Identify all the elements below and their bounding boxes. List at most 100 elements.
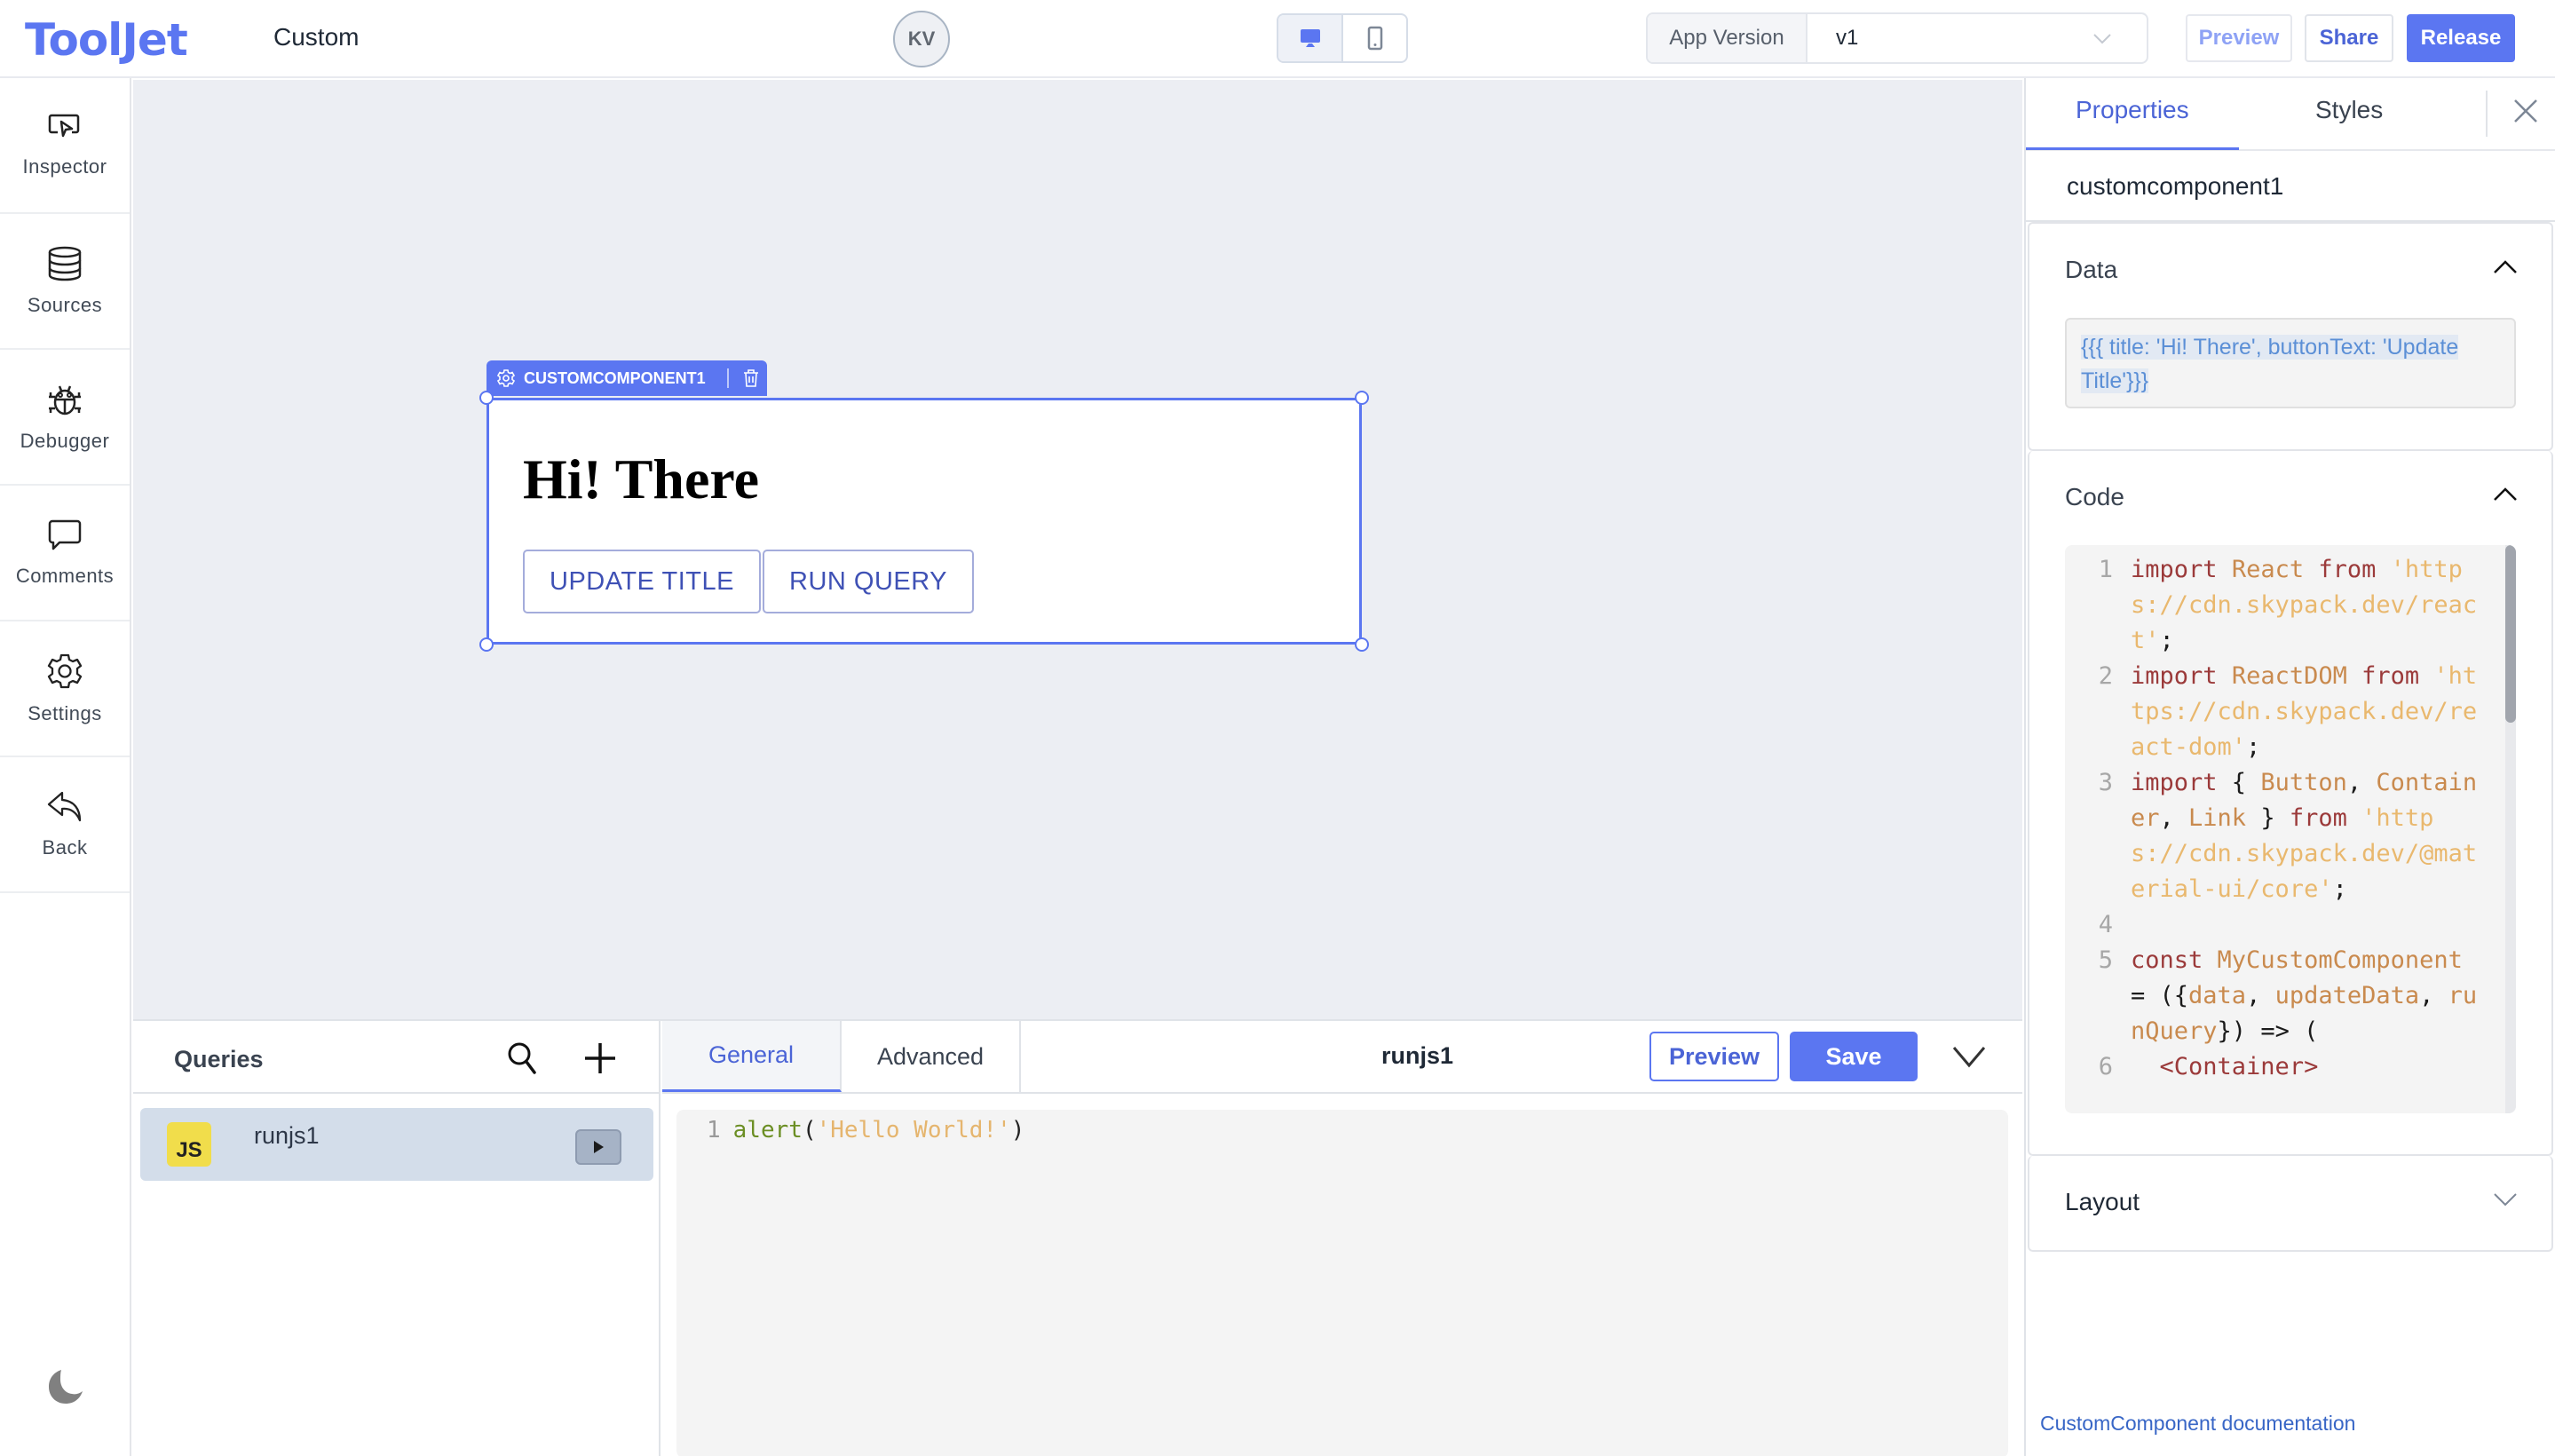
accordion-layout: Layout — [2028, 1156, 2553, 1252]
tab-styles[interactable]: Styles — [2315, 96, 2383, 124]
code-line: 5 const MyCustomComponent = ({data, updat… — [2065, 943, 2516, 1049]
resize-handle-bottom-left[interactable] — [479, 637, 494, 652]
resize-handle-bottom-right[interactable] — [1355, 637, 1369, 652]
code-token: ReactDOM — [2231, 662, 2347, 690]
sidebar-label: Comments — [15, 564, 115, 587]
sidebar-item-sources[interactable]: Sources — [0, 214, 130, 350]
accordion-title: Data — [2065, 256, 2118, 283]
code-token: from — [2318, 556, 2377, 583]
code-token: import — [2131, 769, 2218, 796]
active-tab-indicator — [2026, 147, 2239, 150]
code-token: , — [2346, 769, 2377, 796]
app-version-label: App Version — [1648, 14, 1807, 62]
add-query-icon[interactable] — [582, 1041, 618, 1076]
chevron-down-icon — [2093, 34, 2111, 44]
app-version-value[interactable]: v1 — [1807, 14, 2147, 62]
app-name[interactable]: Custom — [273, 23, 359, 51]
desktop-view-button[interactable] — [1278, 15, 1343, 61]
code-scrollbar[interactable] — [2505, 545, 2516, 1113]
sidebar-label: Back — [42, 835, 88, 859]
line-number: 2 — [2098, 662, 2113, 690]
line-number: 3 — [2098, 769, 2113, 796]
chevron-down-icon[interactable] — [1951, 1042, 1987, 1072]
sidebar-label: Settings — [28, 701, 102, 724]
app-version-text: v1 — [1836, 26, 1859, 50]
sidebar-item-back[interactable]: Back — [0, 757, 130, 893]
accordion-header-layout[interactable]: Layout — [2029, 1156, 2551, 1250]
query-name: runjs1 — [254, 1122, 320, 1149]
documentation-link[interactable]: CustomComponent documentation — [2040, 1412, 2355, 1436]
code-token: data — [2188, 982, 2247, 1009]
component-name[interactable]: customcomponent1 — [2026, 151, 2555, 222]
top-header: ToolJet Custom KV App Version v1 Preview… — [0, 0, 2555, 78]
query-panel: Queries JS runjs1 General Advanced runjs… — [133, 1019, 2022, 1456]
code-token: <Container> — [2159, 1053, 2319, 1080]
desktop-icon — [1300, 29, 1320, 47]
tab-advanced[interactable]: Advanced — [842, 1021, 1021, 1092]
query-list: Queries JS runjs1 — [133, 1021, 661, 1456]
code-text: <Container> — [2131, 1049, 2516, 1085]
accordion-header-data[interactable]: Data — [2029, 224, 2551, 318]
sidebar-item-settings[interactable]: Settings — [0, 621, 130, 757]
query-list-header: Queries — [133, 1021, 659, 1094]
preview-button[interactable]: Preview — [2186, 14, 2292, 62]
query-editor-name[interactable]: runjs1 — [1381, 1042, 1453, 1070]
accordion-code: Code 1 import React from 'https://cdn.sky… — [2028, 451, 2553, 1156]
divider — [2486, 91, 2488, 137]
query-save-button[interactable]: Save — [1790, 1032, 1918, 1081]
tab-properties[interactable]: Properties — [2076, 96, 2189, 124]
bug-icon — [49, 385, 81, 415]
query-list-item[interactable]: JS runjs1 — [140, 1108, 653, 1181]
close-icon[interactable] — [2512, 98, 2539, 124]
update-title-button[interactable]: UPDATE TITLE — [523, 550, 761, 613]
code-text: import { Button, Container, Link } from … — [2131, 765, 2516, 907]
code-token: import — [2131, 556, 2218, 583]
query-code-editor[interactable]: 1 alert('Hello World!') — [676, 1110, 2008, 1456]
run-query-button[interactable] — [575, 1129, 621, 1165]
share-button[interactable]: Share — [2305, 14, 2393, 62]
run-query-button[interactable]: RUN QUERY — [763, 550, 974, 613]
sidebar-label: Sources — [27, 293, 103, 316]
query-preview-button[interactable]: Preview — [1649, 1032, 1779, 1081]
code-token: Button — [2260, 769, 2347, 796]
data-input[interactable]: {{{ title: 'Hi! There', buttonText: 'Upd… — [2065, 318, 2516, 408]
code-text: import React from 'https://cdn.skypack.d… — [2131, 552, 2516, 659]
custom-component[interactable]: Hi! There UPDATE TITLE RUN QUERY — [486, 398, 1362, 645]
component-tag[interactable]: CUSTOMCOMPONENT1 — [486, 360, 767, 396]
accordion-header-code[interactable]: Code — [2029, 451, 2551, 545]
data-value: {{{ title: 'Hi! There', buttonText: 'Upd… — [2081, 335, 2459, 393]
query-editor-tabs: General Advanced runjs1 Preview Save — [662, 1021, 2022, 1094]
code-token: const — [2131, 946, 2203, 974]
sidebar-item-debugger[interactable]: Debugger — [0, 350, 130, 486]
sidebar-item-inspector[interactable]: Inspector — [0, 78, 130, 214]
queries-title: Queries — [174, 1046, 264, 1072]
line-number: 1 — [2098, 556, 2113, 583]
code-line: 3 import { Button, Container, Link } from… — [2065, 765, 2516, 907]
code-scrollbar-thumb[interactable] — [2505, 545, 2516, 723]
sidebar-item-comments[interactable]: Comments — [0, 486, 130, 621]
accordion-title: Layout — [2065, 1188, 2140, 1215]
theme-toggle[interactable] — [46, 1367, 85, 1411]
app-version-select[interactable]: App Version v1 — [1646, 12, 2148, 64]
search-icon[interactable] — [506, 1041, 540, 1076]
code-editor[interactable]: 1 import React from 'https://cdn.skypack.… — [2065, 545, 2516, 1113]
code-token: ; — [2159, 627, 2174, 654]
code-line: 1 import React from 'https://cdn.skypack.… — [2065, 552, 2516, 659]
trash-icon[interactable] — [743, 368, 759, 388]
gear-icon — [47, 653, 83, 688]
code-line: 4 — [2065, 907, 2516, 943]
tab-general[interactable]: General — [662, 1021, 842, 1092]
resize-handle-top-right[interactable] — [1355, 391, 1369, 405]
mobile-view-button[interactable] — [1343, 15, 1406, 61]
code-token: ( — [802, 1117, 817, 1143]
release-button[interactable]: Release — [2407, 14, 2515, 62]
user-avatar[interactable]: KV — [893, 11, 950, 67]
resize-handle-top-left[interactable] — [479, 391, 494, 405]
tooljet-logo[interactable]: ToolJet — [25, 14, 188, 66]
